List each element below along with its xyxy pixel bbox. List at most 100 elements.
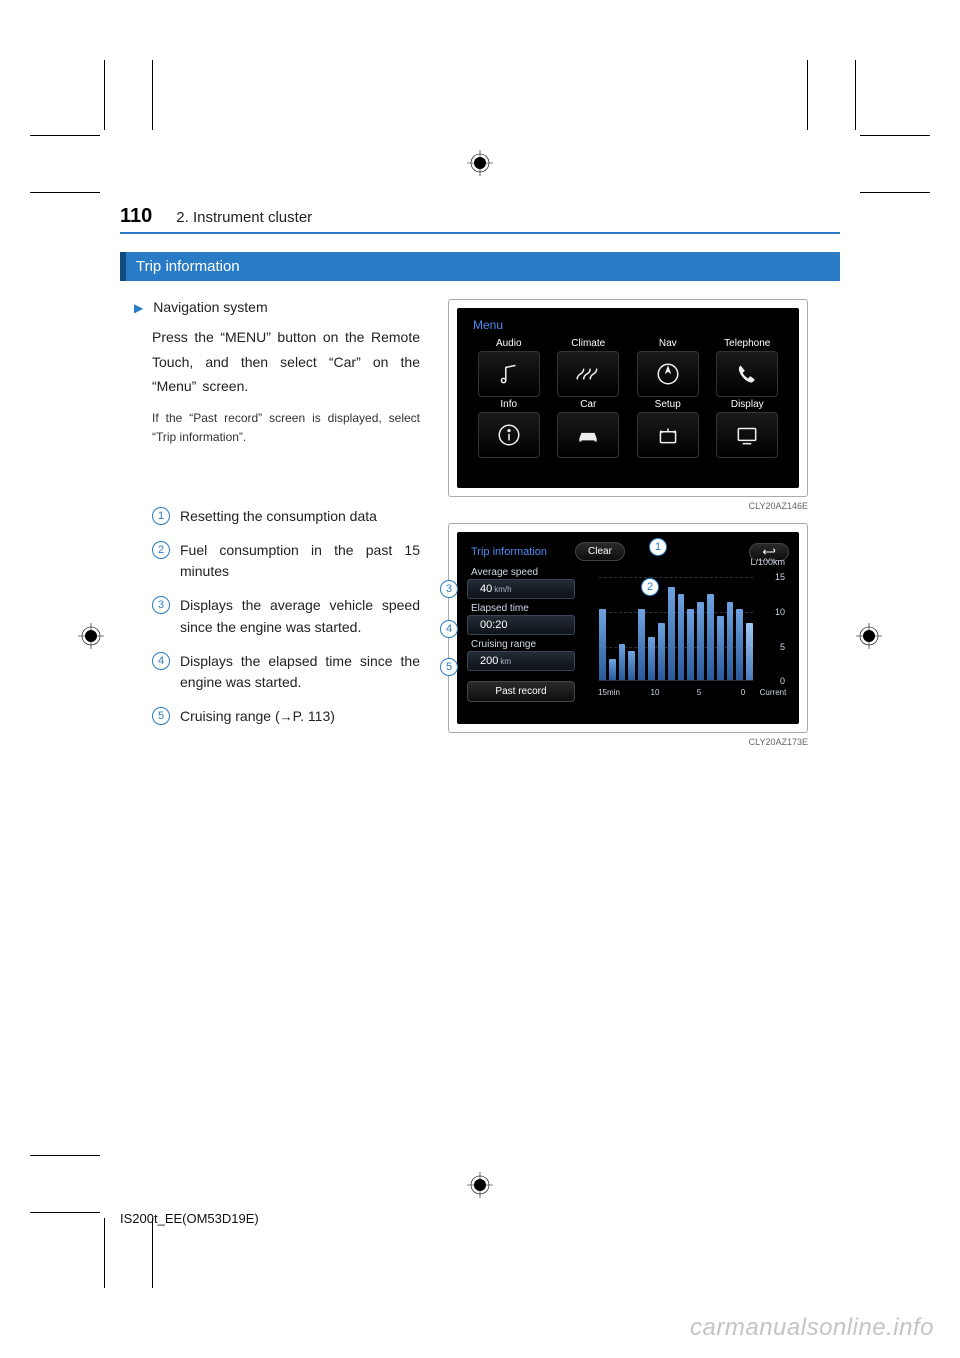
trip-screen-title: Trip information — [471, 546, 547, 558]
list-number-icon: 5 — [152, 707, 170, 725]
chart-bar — [727, 602, 734, 680]
y-tick: 0 — [780, 676, 785, 686]
crop-mark — [104, 60, 105, 130]
info-icon[interactable] — [478, 412, 540, 458]
setup-icon[interactable] — [637, 412, 699, 458]
menu-item-label: Info — [473, 399, 545, 410]
chart-bar — [678, 594, 685, 680]
watermark: carmanualsonline.info — [690, 1314, 934, 1342]
list-number-icon: 3 — [152, 596, 170, 614]
chart-bar — [658, 623, 665, 680]
chart-bar — [697, 602, 704, 680]
screenshot-menu-frame: Menu Audio Climate Nav Telephone Info Ca… — [448, 299, 808, 497]
chart-bar — [638, 609, 645, 680]
chart-bar — [648, 637, 655, 680]
stat-value: 200km — [467, 651, 575, 671]
callout-1: 1 — [649, 538, 667, 556]
clear-button[interactable]: Clear — [575, 542, 625, 561]
display-icon[interactable] — [716, 412, 778, 458]
menu-item-label: Setup — [632, 399, 704, 410]
list-item-text: Fuel consumption in the past 15 minutes — [180, 540, 420, 583]
crop-mark — [30, 1155, 100, 1156]
stat-label: Average speed — [471, 567, 575, 578]
nav-icon[interactable] — [637, 351, 699, 397]
arrow-right-icon: → — [280, 709, 293, 724]
crop-mark — [860, 135, 930, 136]
menu-item-label: Telephone — [712, 338, 784, 349]
chart-bar — [736, 609, 743, 680]
chart-bar — [668, 587, 675, 680]
cruising-range-stat: Cruising range 200km — [467, 639, 575, 671]
section-title: 2. Instrument cluster — [176, 209, 312, 226]
paragraph-sub: If the “Past record” screen is displayed… — [152, 409, 420, 449]
crop-mark — [807, 60, 808, 130]
x-tick: 15min — [598, 688, 620, 697]
crop-mark — [152, 60, 153, 130]
figure-id: CLY20AZ146E — [448, 501, 808, 511]
chart-bar — [707, 594, 714, 680]
section-heading: Trip information — [120, 252, 840, 281]
crop-mark — [855, 60, 856, 130]
page-number: 110 — [120, 205, 152, 228]
menu-item-label: Climate — [553, 338, 625, 349]
car-icon[interactable] — [557, 412, 619, 458]
list-number-icon: 2 — [152, 541, 170, 559]
chart-bar — [687, 609, 694, 680]
x-tick: Current — [760, 688, 787, 697]
callout-3: 3 — [440, 580, 458, 598]
page-content: 110 2. Instrument cluster Trip informati… — [120, 205, 840, 759]
figure-id: CLY20AZ173E — [448, 737, 808, 747]
figure-column: Menu Audio Climate Nav Telephone Info Ca… — [448, 299, 808, 759]
callout-2: 2 — [641, 578, 659, 596]
callout-4: 4 — [440, 620, 458, 638]
stat-value: 00:20 — [467, 615, 575, 635]
trip-info-screen: Trip information Clear Average speed 40k… — [457, 532, 799, 724]
menu-item-label: Nav — [632, 338, 704, 349]
chart-bar — [628, 651, 635, 680]
nav-menu-screen: Menu Audio Climate Nav Telephone Info Ca… — [457, 308, 799, 488]
audio-icon[interactable] — [478, 351, 540, 397]
callout-5: 5 — [440, 658, 458, 676]
list-item-text: Resetting the consumption data — [180, 506, 377, 528]
stat-value: 40km/h — [467, 579, 575, 599]
menu-title: Menu — [473, 318, 783, 332]
stat-label: Cruising range — [471, 639, 575, 650]
screenshot-trip-frame: 1 2 3 4 5 Trip information Clear — [448, 523, 808, 733]
y-tick: 10 — [775, 607, 785, 617]
menu-item-label: Car — [553, 399, 625, 410]
avg-speed-stat: Average speed 40km/h — [467, 567, 575, 599]
bullet-text: Navigation system — [153, 299, 267, 315]
x-tick: 5 — [697, 688, 701, 697]
y-axis-unit: L/100km — [750, 557, 785, 567]
past-record-button[interactable]: Past record — [467, 681, 575, 702]
chart-bar — [599, 609, 606, 680]
chart-bar — [746, 623, 753, 680]
list-item-text: Displays the average vehicle speed since… — [180, 595, 420, 638]
bullet-arrow-icon: ▶ — [134, 301, 143, 315]
crop-mark — [152, 1218, 153, 1288]
crop-mark — [104, 1218, 105, 1288]
stat-label: Elapsed time — [471, 603, 575, 614]
menu-item-label: Audio — [473, 338, 545, 349]
elapsed-time-stat: Elapsed time 00:20 — [467, 603, 575, 635]
text-column: ▶ Navigation system Press the “MENU” but… — [120, 299, 420, 759]
crop-mark — [30, 192, 100, 193]
climate-icon[interactable] — [557, 351, 619, 397]
paragraph-main: Press the “MENU” button on the Remote To… — [152, 325, 420, 399]
crop-mark — [30, 1212, 100, 1213]
telephone-icon[interactable] — [716, 351, 778, 397]
y-tick: 15 — [775, 572, 785, 582]
chart-bar — [717, 616, 724, 680]
menu-item-label: Display — [712, 399, 784, 410]
footer-code: IS200t_EE(OM53D19E) — [120, 1211, 259, 1226]
list-number-icon: 1 — [152, 507, 170, 525]
registration-mark-icon — [467, 150, 493, 176]
list-number-icon: 4 — [152, 652, 170, 670]
y-tick: 5 — [780, 642, 785, 652]
registration-mark-icon — [467, 1172, 493, 1198]
stat-column: Average speed 40km/h Elapsed time 00:20 … — [467, 567, 575, 702]
crop-mark — [30, 135, 100, 136]
list-item-text: Displays the elapsed time since the engi… — [180, 651, 420, 694]
x-tick: 10 — [651, 688, 660, 697]
page-header: 110 2. Instrument cluster — [120, 205, 840, 234]
